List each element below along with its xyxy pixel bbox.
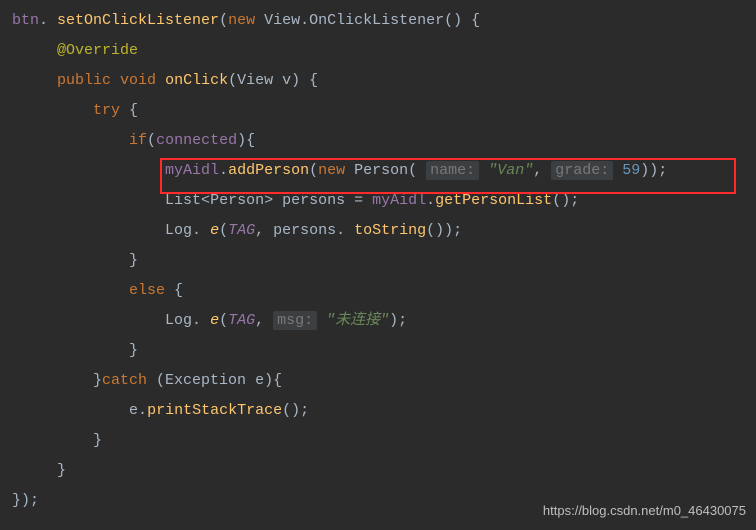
method-getPersonList: getPersonList <box>435 192 552 209</box>
kw-catch: catch <box>102 372 147 389</box>
hint-msg: msg: <box>273 311 317 330</box>
kw-public: public <box>57 72 111 89</box>
type-View: View <box>237 72 273 89</box>
const-TAG-2: TAG <box>228 312 255 329</box>
class-View: View <box>264 12 300 29</box>
kw-if: if <box>129 132 147 149</box>
method-addPerson: addPerson <box>228 162 309 179</box>
hint-name: name: <box>426 161 479 180</box>
class-Log: Log <box>165 222 192 239</box>
method-setOnClickListener: setOnClickListener <box>57 12 219 29</box>
method-toString: toString <box>354 222 426 239</box>
kw-new: new <box>228 12 255 29</box>
kw-void: void <box>120 72 156 89</box>
const-TAG: TAG <box>228 222 255 239</box>
class-Person: Person <box>354 162 408 179</box>
var-persons-2: persons <box>273 222 336 239</box>
string-van: "Van" <box>488 162 533 179</box>
num-59: 59 <box>622 162 640 179</box>
method-printStackTrace: printStackTrace <box>147 402 282 419</box>
method-e-2: e <box>210 312 219 329</box>
hint-grade: grade: <box>551 161 613 180</box>
var-myAidl-2: myAidl <box>372 192 426 209</box>
method-onClick: onClick <box>165 72 228 89</box>
code-block: btn. setOnClickListener(new View.OnClick… <box>0 0 756 516</box>
var-persons: persons <box>282 192 345 209</box>
var-myAidl: myAidl <box>165 162 219 179</box>
kw-else: else <box>129 282 165 299</box>
annotation-override: @Override <box>57 42 138 59</box>
kw-new-2: new <box>318 162 345 179</box>
class-Exception: Exception <box>165 372 246 389</box>
class-Log-2: Log <box>165 312 192 329</box>
kw-try: try <box>93 102 120 119</box>
string-notconnected: "未连接" <box>326 312 389 329</box>
type-List: List <box>165 192 201 209</box>
var-connected: connected <box>156 132 237 149</box>
param-e: e <box>255 372 264 389</box>
var-e: e <box>129 402 138 419</box>
class-OnClickListener: OnClickListener <box>309 12 444 29</box>
type-Person: Person <box>210 192 264 209</box>
param-v: v <box>282 72 291 89</box>
var-btn: btn <box>12 12 39 29</box>
method-e: e <box>210 222 219 239</box>
watermark-text: https://blog.csdn.net/m0_46430075 <box>543 498 746 524</box>
